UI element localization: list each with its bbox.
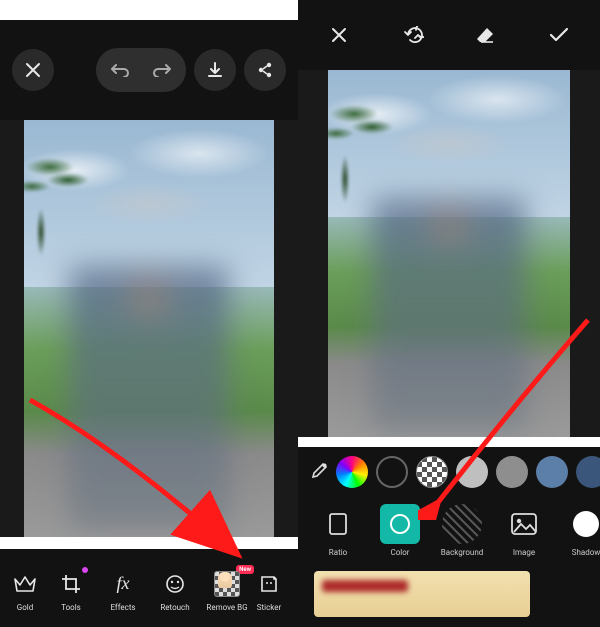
- color-swatch[interactable]: [456, 456, 488, 488]
- retouch-icon: [160, 569, 190, 599]
- eyedropper-icon: [308, 462, 328, 482]
- undo-redo-group: [96, 48, 186, 92]
- sticker-tool[interactable]: Sticker: [254, 569, 284, 612]
- shadow-option[interactable]: Shadow: [560, 504, 600, 557]
- image-option[interactable]: Image: [498, 504, 550, 557]
- bg-editor-top-bar: [298, 0, 600, 70]
- sticker-icon: [254, 569, 284, 599]
- ratio-option[interactable]: Ratio: [312, 504, 364, 557]
- color-swatch-bar: [298, 447, 600, 497]
- eraser-icon: [475, 26, 495, 44]
- crown-icon: [10, 569, 40, 599]
- retouch-tool[interactable]: Retouch: [150, 569, 200, 612]
- crop-icon: [56, 569, 86, 599]
- undo-icon: [110, 63, 130, 77]
- tool-label: Remove BG: [206, 603, 247, 612]
- redo-button[interactable]: [142, 52, 182, 88]
- shadow-icon: [566, 504, 600, 544]
- tools-tool[interactable]: Tools: [46, 569, 96, 612]
- color-option[interactable]: Color: [374, 504, 426, 557]
- close-button[interactable]: [12, 49, 54, 91]
- color-swatch[interactable]: [576, 456, 600, 488]
- eyedropper-button[interactable]: [308, 462, 328, 482]
- bgtool-label: Ratio: [329, 548, 347, 557]
- redo-icon: [152, 63, 172, 77]
- tool-label: Retouch: [160, 603, 189, 612]
- photo: [24, 120, 274, 537]
- canvas-area[interactable]: [0, 120, 298, 537]
- no-color-swatch[interactable]: [376, 456, 408, 488]
- eraser-button[interactable]: [464, 14, 506, 56]
- check-icon: [549, 27, 569, 43]
- effects-tool[interactable]: fx Effects: [98, 569, 148, 612]
- ratio-icon: [318, 504, 358, 544]
- color-swatch[interactable]: [496, 456, 528, 488]
- share-icon: [256, 61, 274, 79]
- color-icon: [380, 504, 420, 544]
- tool-label: Gold: [17, 603, 33, 612]
- bgtool-label: Shadow: [572, 548, 600, 557]
- editor-top-bar: [0, 20, 298, 120]
- undo-button[interactable]: [100, 52, 140, 88]
- tool-label: Sticker: [257, 603, 281, 612]
- bgtool-label: Color: [391, 548, 410, 557]
- reset-icon: [402, 26, 424, 44]
- tool-label: Effects: [110, 603, 135, 612]
- remove-bg-tool[interactable]: New Remove BG: [202, 569, 252, 612]
- confirm-button[interactable]: [538, 14, 580, 56]
- bgtool-label: Background: [441, 548, 484, 557]
- tool-label: Tools: [61, 603, 81, 612]
- close-icon: [330, 26, 348, 44]
- download-button[interactable]: [194, 49, 236, 91]
- color-picker-swatch[interactable]: [336, 456, 368, 488]
- reset-button[interactable]: [392, 14, 434, 56]
- cancel-button[interactable]: [318, 14, 360, 56]
- share-button[interactable]: [244, 49, 286, 91]
- transparent-swatch[interactable]: [416, 456, 448, 488]
- color-swatch[interactable]: [536, 456, 568, 488]
- pattern-icon: [442, 504, 482, 544]
- photo: [328, 70, 570, 437]
- background-toolbar: Ratio Color Background Image Shadow: [298, 495, 600, 565]
- bottom-toolbar: Gold Tools fx Effects Retouch New Remove…: [0, 549, 298, 627]
- right-screenshot: Ratio Color Background Image Shadow: [298, 0, 600, 627]
- background-option[interactable]: Background: [436, 504, 488, 557]
- ad-strip: [298, 565, 600, 627]
- bgtool-label: Image: [513, 548, 535, 557]
- download-icon: [206, 61, 224, 79]
- ad-banner[interactable]: [314, 571, 530, 617]
- gold-tool[interactable]: Gold: [6, 569, 44, 612]
- remove-bg-icon: [212, 569, 242, 599]
- close-icon: [25, 62, 41, 78]
- left-screenshot: Gold Tools fx Effects Retouch New Remove…: [0, 0, 298, 627]
- new-dot-badge: [82, 567, 88, 573]
- fx-icon: fx: [108, 569, 138, 599]
- image-icon: [504, 504, 544, 544]
- bg-canvas[interactable]: [298, 70, 600, 437]
